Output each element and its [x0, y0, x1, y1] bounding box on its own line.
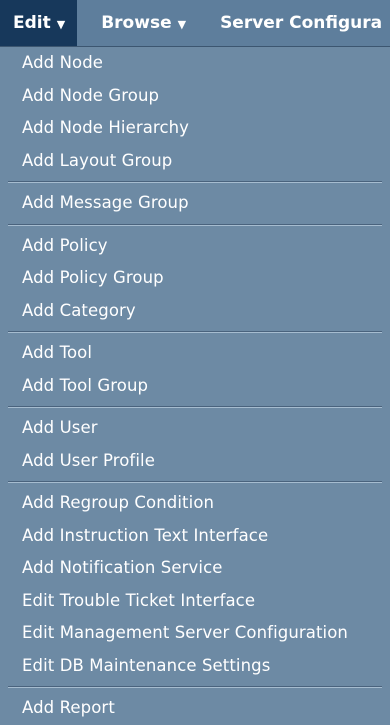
menu-item-add-layout-group[interactable]: Add Layout Group — [0, 145, 390, 178]
menu-tab-browse[interactable]: Browse ▼ — [89, 0, 196, 46]
menu-separator — [8, 406, 382, 408]
menu-tab-label: Edit — [13, 13, 51, 33]
edit-dropdown-menu: Add Node Add Node Group Add Node Hierarc… — [0, 47, 390, 717]
menu-item-add-category[interactable]: Add Category — [0, 295, 390, 328]
menu-tab-label: Browse — [101, 13, 172, 33]
menu-item-add-node[interactable]: Add Node — [0, 47, 390, 80]
menu-group: Add User Add User Profile — [0, 412, 390, 477]
menu-item-add-policy[interactable]: Add Policy — [0, 230, 390, 263]
menu-separator — [8, 331, 382, 333]
menu-group: Add Policy Add Policy Group Add Category — [0, 230, 390, 328]
menu-group: Add Tool Add Tool Group — [0, 337, 390, 402]
menu-tab-label: Server Configura — [220, 13, 383, 33]
menu-item-edit-trouble-ticket-interface[interactable]: Edit Trouble Ticket Interface — [0, 585, 390, 618]
menu-group: Add Regroup Condition Add Instruction Te… — [0, 487, 390, 682]
menu-item-add-user-profile[interactable]: Add User Profile — [0, 445, 390, 478]
menu-item-add-node-hierarchy[interactable]: Add Node Hierarchy — [0, 112, 390, 145]
menu-item-add-message-group[interactable]: Add Message Group — [0, 187, 390, 220]
menu-item-add-report[interactable]: Add Report — [0, 692, 390, 725]
menu-tab-edit[interactable]: Edit ▼ — [0, 0, 78, 46]
menu-tab-server-configuration[interactable]: Server Configura — [208, 0, 390, 46]
chevron-down-icon: ▼ — [56, 17, 66, 31]
menu-item-add-node-group[interactable]: Add Node Group — [0, 80, 390, 113]
menu-separator — [8, 686, 382, 688]
menu-item-add-tool[interactable]: Add Tool — [0, 337, 390, 370]
chevron-down-icon: ▼ — [177, 17, 187, 31]
menu-separator — [8, 223, 382, 226]
menu-item-add-instruction-text-interface[interactable]: Add Instruction Text Interface — [0, 520, 390, 553]
menu-group: Add Message Group — [0, 187, 390, 220]
menu-item-edit-db-maintenance-settings[interactable]: Edit DB Maintenance Settings — [0, 650, 390, 683]
menu-separator — [8, 181, 382, 183]
menu-bar: Edit ▼ Browse ▼ Server Configura — [0, 0, 390, 47]
menu-item-edit-management-server-configuration[interactable]: Edit Management Server Configuration — [0, 617, 390, 650]
menu-item-add-notification-service[interactable]: Add Notification Service — [0, 552, 390, 585]
menu-group: Add Report — [0, 692, 390, 725]
menu-group: Add Node Add Node Group Add Node Hierarc… — [0, 47, 390, 177]
menu-item-add-regroup-condition[interactable]: Add Regroup Condition — [0, 487, 390, 520]
menu-item-add-policy-group[interactable]: Add Policy Group — [0, 262, 390, 295]
menu-separator — [8, 481, 382, 483]
menu-item-add-user[interactable]: Add User — [0, 412, 390, 445]
menu-item-add-tool-group[interactable]: Add Tool Group — [0, 370, 390, 403]
